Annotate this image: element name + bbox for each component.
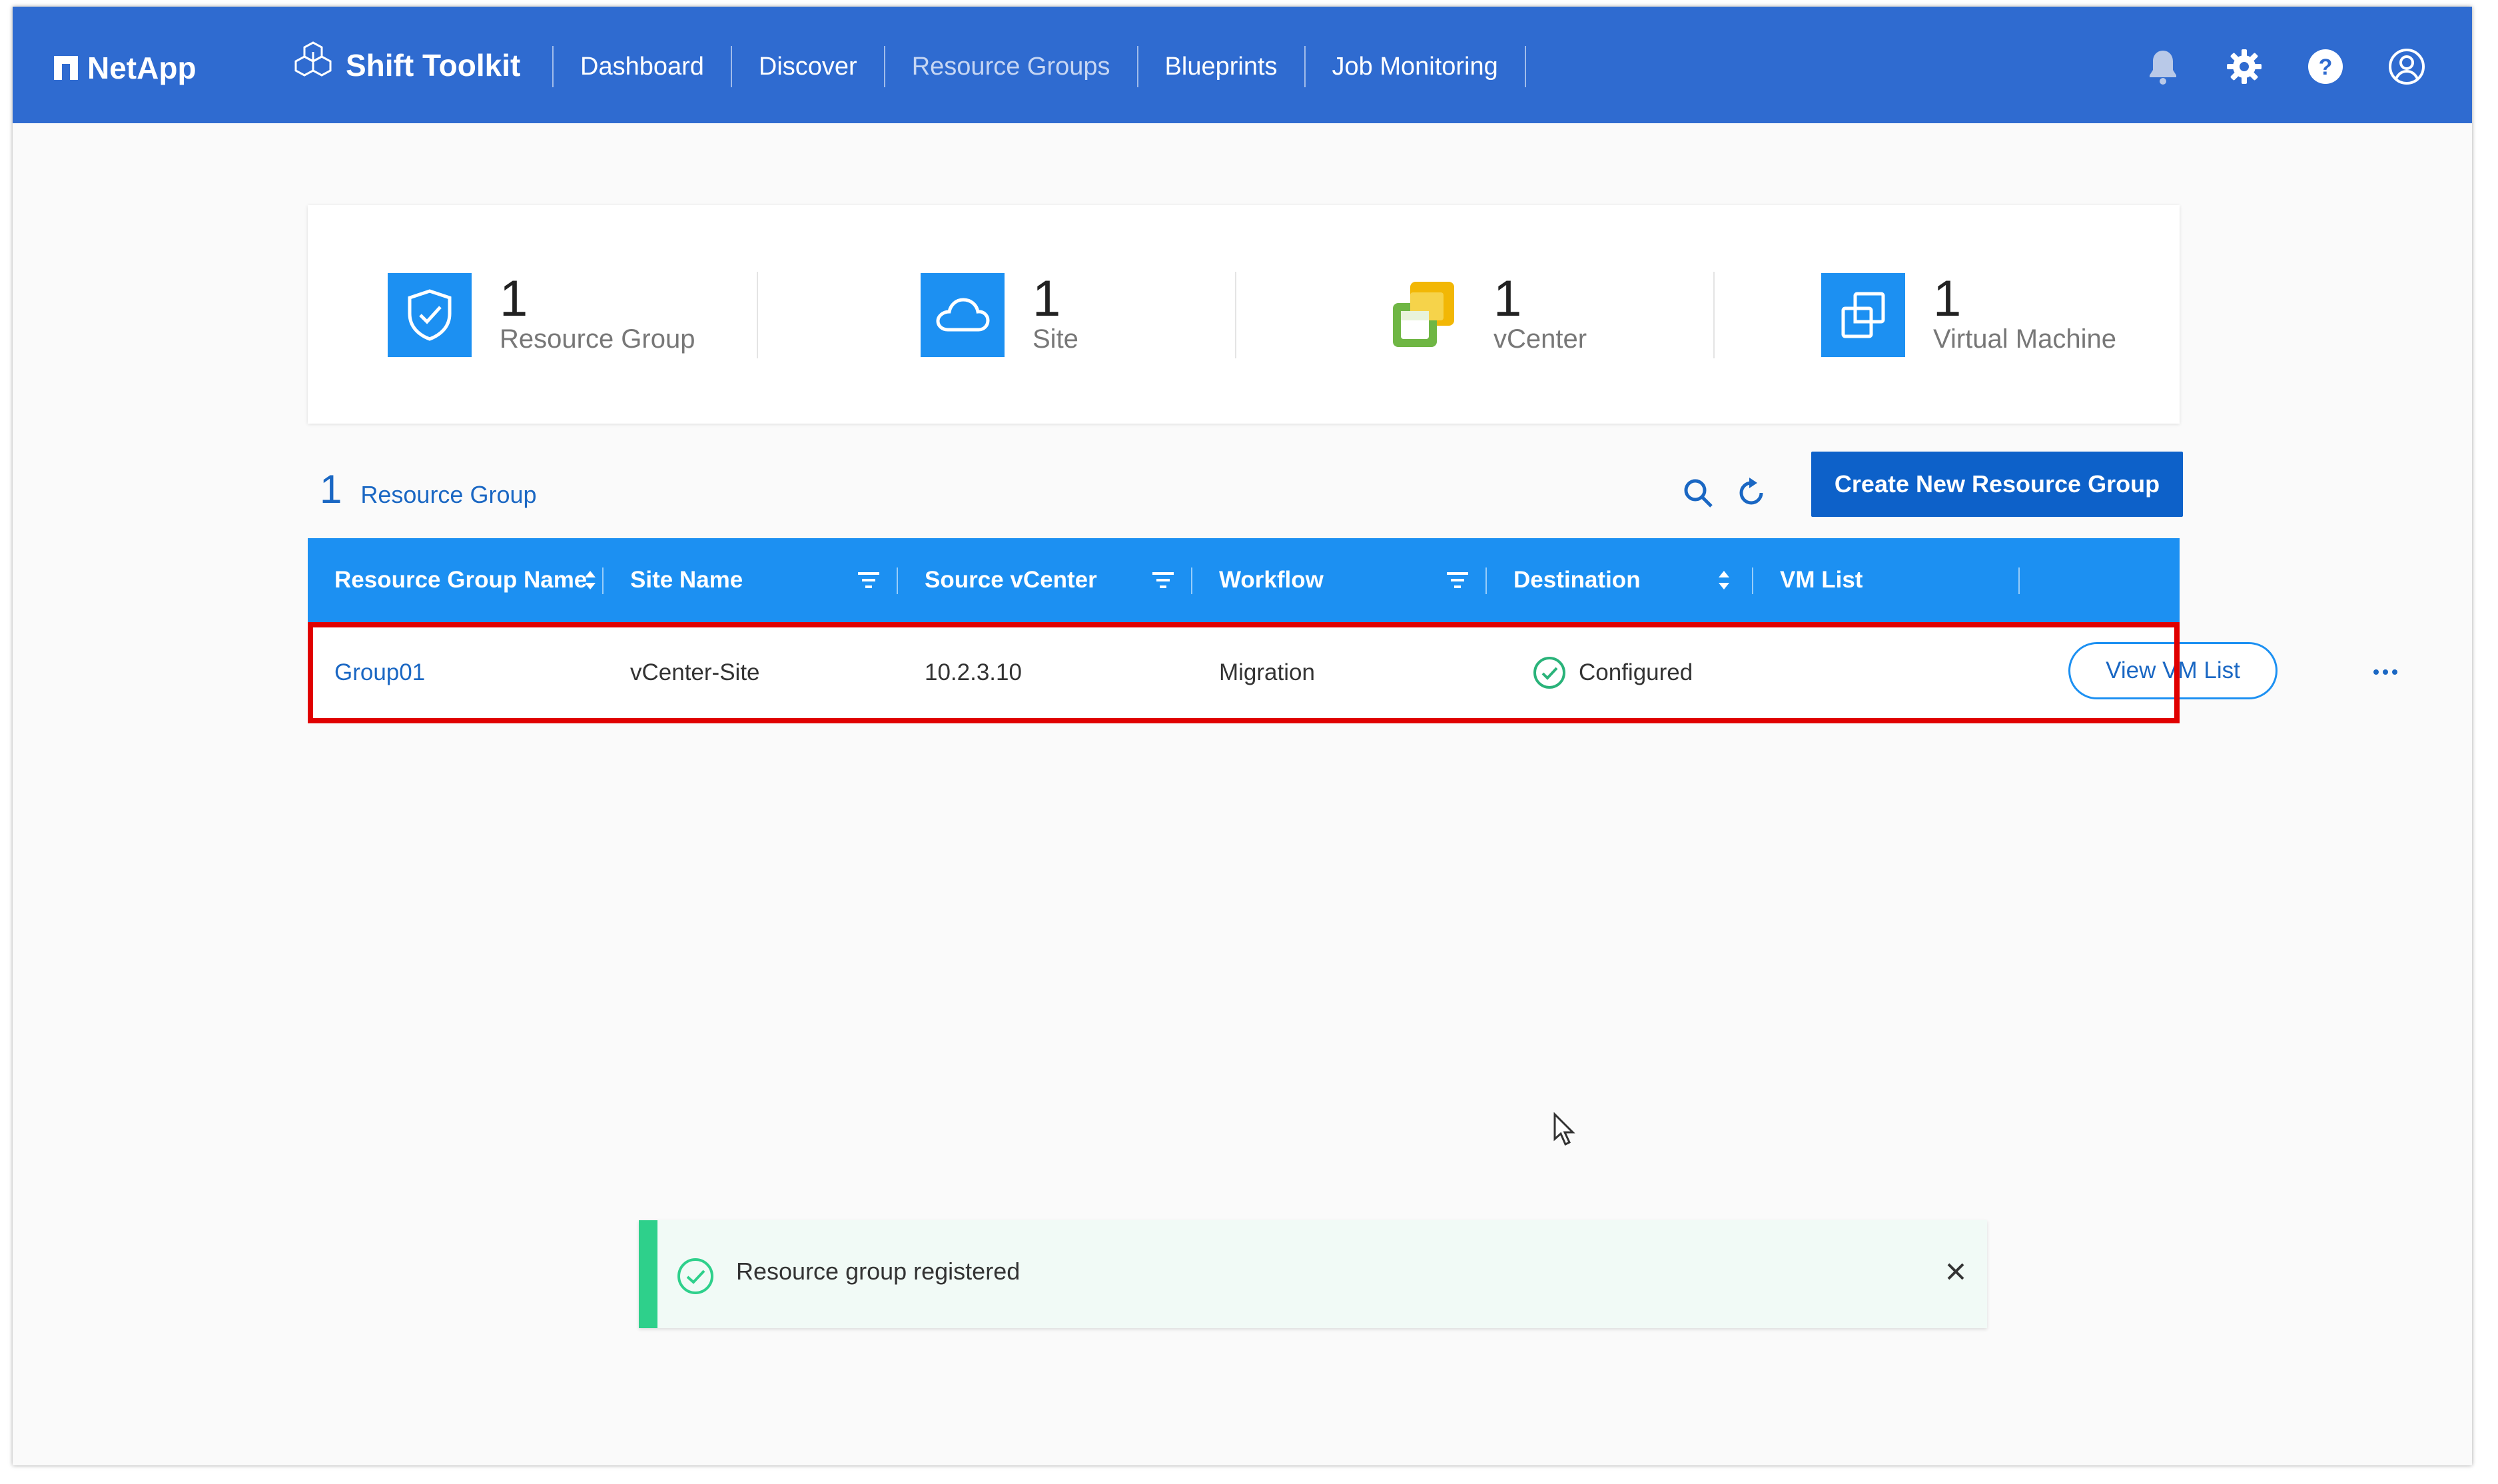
stat-count: 1 bbox=[1933, 270, 1962, 327]
column-vm-list: VM List bbox=[1753, 538, 2020, 622]
header-actions: ? bbox=[2100, 48, 2425, 85]
column-resource-group-name[interactable]: Resource Group Name bbox=[308, 538, 604, 622]
table-tools bbox=[1681, 476, 1788, 513]
divider bbox=[1235, 272, 1236, 358]
toolkit-icon bbox=[291, 40, 346, 91]
shield-check-icon bbox=[388, 273, 472, 357]
cloud-icon bbox=[921, 273, 1005, 357]
column-destination[interactable]: Destination bbox=[1487, 538, 1753, 622]
vcenter-icon bbox=[1382, 273, 1465, 357]
stat-count: 1 bbox=[1033, 270, 1061, 327]
nav-job-monitoring[interactable]: Job Monitoring bbox=[1306, 46, 1526, 87]
resource-group-count-label: Resource Group bbox=[360, 481, 537, 508]
divider bbox=[757, 272, 758, 358]
column-site-name[interactable]: Site Name bbox=[604, 538, 898, 622]
check-circle-icon bbox=[1532, 655, 1567, 690]
column-label: Site Name bbox=[630, 567, 743, 593]
resource-group-count: 1 Resource Group bbox=[320, 466, 537, 512]
nav-dashboard[interactable]: Dashboard bbox=[552, 46, 732, 87]
nav-resource-groups[interactable]: Resource Groups bbox=[885, 46, 1138, 87]
column-label: Destination bbox=[1513, 567, 1641, 593]
stat-label: Virtual Machine bbox=[1933, 324, 2116, 354]
check-circle-icon bbox=[676, 1257, 715, 1299]
column-label: Resource Group Name bbox=[334, 567, 588, 593]
sort-icon[interactable] bbox=[1717, 567, 1731, 593]
user-icon[interactable] bbox=[2388, 48, 2425, 85]
stat-vcenter: 1 vCenter bbox=[1382, 272, 1587, 358]
app-title-label: Shift Toolkit bbox=[346, 48, 521, 83]
column-label: VM List bbox=[1780, 567, 1863, 593]
svg-text:?: ? bbox=[2319, 55, 2333, 80]
column-workflow[interactable]: Workflow bbox=[1192, 538, 1487, 622]
table-header: Resource Group Name Site Name Source vCe… bbox=[308, 538, 2180, 622]
toast-accent-bar bbox=[639, 1220, 657, 1328]
stat-count: 1 bbox=[500, 270, 528, 327]
refresh-icon[interactable] bbox=[1735, 476, 1768, 513]
mouse-cursor-icon bbox=[1553, 1112, 1577, 1150]
stat-label: Site bbox=[1033, 324, 1078, 354]
help-icon[interactable]: ? bbox=[2307, 48, 2344, 85]
site-name-cell: vCenter-Site bbox=[630, 659, 760, 685]
workflow-cell: Migration bbox=[1219, 659, 1315, 685]
resource-group-count-number: 1 bbox=[320, 467, 342, 512]
nav-discover[interactable]: Discover bbox=[732, 46, 885, 87]
stat-virtual-machine: 1 Virtual Machine bbox=[1821, 272, 2116, 358]
close-icon[interactable] bbox=[1944, 1260, 1967, 1286]
main-nav: Dashboard Discover Resource Groups Bluep… bbox=[552, 43, 1526, 90]
view-vm-list-button[interactable]: View VM List bbox=[2068, 642, 2278, 699]
virtual-machine-icon bbox=[1821, 273, 1905, 357]
stat-label: Resource Group bbox=[500, 324, 695, 354]
resource-group-name-link[interactable]: Group01 bbox=[334, 622, 425, 723]
sort-icon[interactable] bbox=[584, 567, 597, 593]
divider bbox=[1713, 272, 1715, 358]
more-options-icon[interactable] bbox=[2369, 655, 2402, 689]
stat-resource-group: 1 Resource Group bbox=[388, 272, 695, 358]
stat-count: 1 bbox=[1493, 270, 1522, 327]
gear-icon[interactable] bbox=[2226, 48, 2263, 85]
top-navbar: NetApp Shift Toolkit Dashboard Discover … bbox=[13, 7, 2472, 123]
netapp-logo[interactable]: NetApp bbox=[54, 48, 197, 88]
app-window: NetApp Shift Toolkit Dashboard Discover … bbox=[13, 7, 2472, 1465]
nav-blueprints[interactable]: Blueprints bbox=[1138, 46, 1306, 87]
source-vcenter-cell: 10.2.3.10 bbox=[925, 659, 1022, 685]
app-title[interactable]: Shift Toolkit bbox=[291, 39, 520, 92]
filter-icon[interactable] bbox=[1446, 570, 1469, 590]
column-label: Workflow bbox=[1219, 567, 1324, 593]
filter-icon[interactable] bbox=[1151, 570, 1175, 590]
stat-label: vCenter bbox=[1493, 324, 1587, 354]
summary-card: 1 Resource Group 1 Site 1 vCenter 1 Virt… bbox=[308, 205, 2180, 424]
column-divider bbox=[2018, 567, 2020, 594]
destination-cell: Configured bbox=[1532, 622, 1693, 723]
brand-name: NetApp bbox=[87, 51, 197, 85]
filter-icon[interactable] bbox=[857, 570, 881, 590]
stat-site: 1 Site bbox=[921, 272, 1078, 358]
create-resource-group-button[interactable]: Create New Resource Group bbox=[1811, 452, 2183, 517]
success-toast: Resource group registered bbox=[639, 1220, 1987, 1328]
bell-icon[interactable] bbox=[2144, 48, 2182, 85]
search-icon[interactable] bbox=[1681, 476, 1715, 513]
toast-message: Resource group registered bbox=[736, 1258, 1021, 1285]
column-label: Source vCenter bbox=[925, 567, 1097, 593]
column-source-vcenter[interactable]: Source vCenter bbox=[898, 538, 1192, 622]
table-row: Group01 vCenter-Site 10.2.3.10 Migration… bbox=[308, 622, 2397, 723]
destination-status: Configured bbox=[1579, 659, 1693, 685]
netapp-logo-mark bbox=[54, 56, 78, 80]
